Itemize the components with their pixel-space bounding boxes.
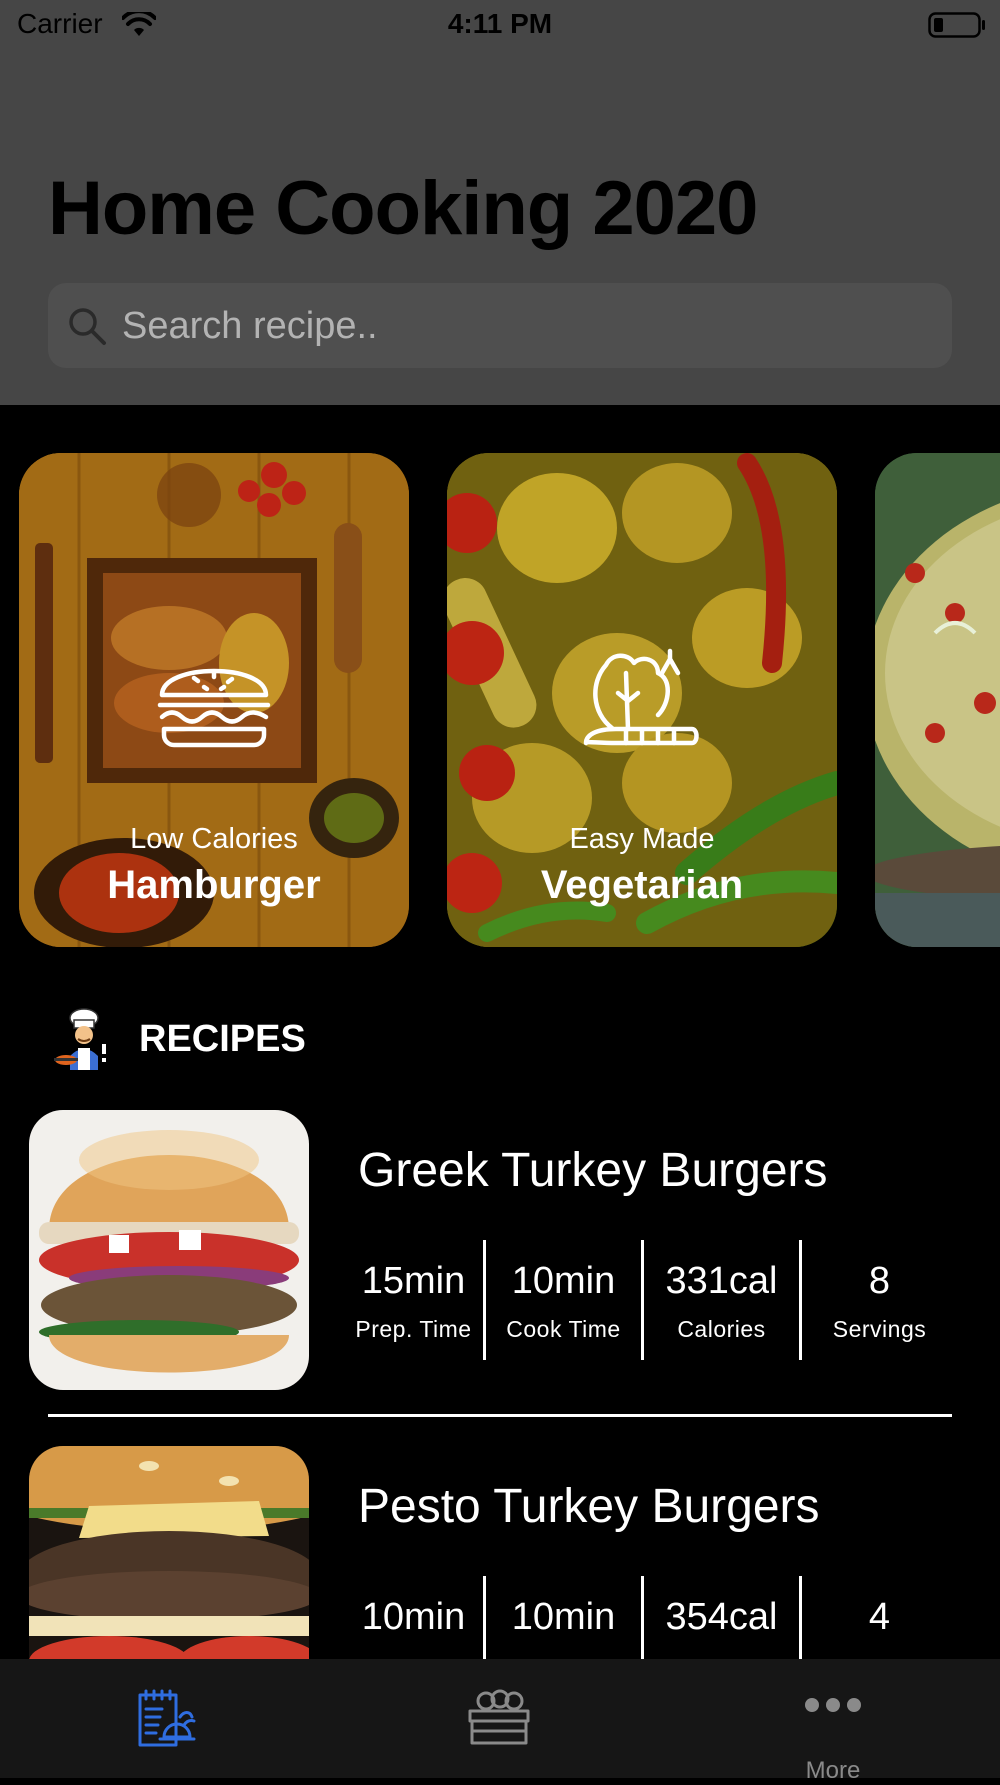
stat-label: Prep. Time <box>355 1316 472 1342</box>
stat-value: 8 <box>868 1260 891 1302</box>
stat-value: 10min <box>511 1596 616 1638</box>
stat-label: Servings <box>832 1316 927 1342</box>
category-card-vegetarian[interactable]: Easy Made Vegetarian <box>447 453 837 947</box>
recipe-stats: 15min Prep. Time 10min Cook Time 331cal … <box>336 1240 936 1360</box>
stat-value: 15min <box>361 1260 466 1302</box>
category-card-pizza[interactable] <box>875 453 1000 947</box>
calories-stat: 331cal Calories <box>644 1240 799 1360</box>
search-bar[interactable] <box>48 283 952 368</box>
search-input[interactable] <box>120 293 924 359</box>
stat-label: Calories <box>677 1316 766 1342</box>
category-subtitle: Low Calories <box>130 823 298 855</box>
recipe-title: Greek Turkey Burgers <box>358 1144 828 1197</box>
stat-value: 10min <box>361 1596 466 1638</box>
stat-value: 354cal <box>665 1596 778 1638</box>
hamburger-icon <box>157 668 271 748</box>
tab-groceries[interactable] <box>400 1659 600 1778</box>
recipe-row[interactable]: Greek Turkey Burgers 15min Prep. Time 10… <box>0 1110 1000 1400</box>
tab-more-label: More <box>805 1757 861 1784</box>
recipes-icon <box>138 1689 196 1747</box>
stat-value: 331cal <box>665 1260 778 1302</box>
recipe-title: Pesto Turkey Burgers <box>358 1480 820 1533</box>
status-bar: Carrier 4:11 PM <box>0 0 1000 50</box>
page-title: Home Cooking 2020 <box>48 166 758 251</box>
category-title: Vegetarian <box>540 863 744 907</box>
section-title: RECIPES <box>139 1018 306 1060</box>
category-carousel[interactable]: Low Calories Hamburger Easy Made Vegetar… <box>0 453 1000 947</box>
row-divider <box>48 1414 952 1417</box>
tab-bar: More <box>0 1659 1000 1784</box>
battery-icon <box>928 12 986 43</box>
category-subtitle: Easy Made <box>569 823 715 855</box>
groceries-crate-icon <box>468 1689 530 1745</box>
chef-icon <box>52 1008 116 1077</box>
tab-more[interactable]: More <box>733 1659 933 1784</box>
more-dots-icon <box>805 1698 861 1712</box>
stat-value: 10min <box>511 1260 616 1302</box>
vegetables-icon <box>583 648 699 746</box>
prep-time-stat: 15min Prep. Time <box>336 1240 491 1360</box>
category-card-hamburger[interactable]: Low Calories Hamburger <box>19 453 409 947</box>
search-icon <box>66 305 108 352</box>
category-title: Hamburger <box>107 863 321 907</box>
pizza-photo <box>875 453 1000 947</box>
recipe-thumbnail <box>29 1110 309 1390</box>
navigation-header: Carrier 4:11 PM Home Cooking 2020 <box>0 0 1000 405</box>
servings-stat: 8 Servings <box>802 1240 957 1360</box>
cook-time-stat: 10min Cook Time <box>486 1240 641 1360</box>
status-time: 4:11 PM <box>447 8 553 39</box>
stat-value: 4 <box>868 1596 891 1638</box>
stat-label: Cook Time <box>506 1316 621 1342</box>
tab-recipes[interactable] <box>66 1659 266 1778</box>
